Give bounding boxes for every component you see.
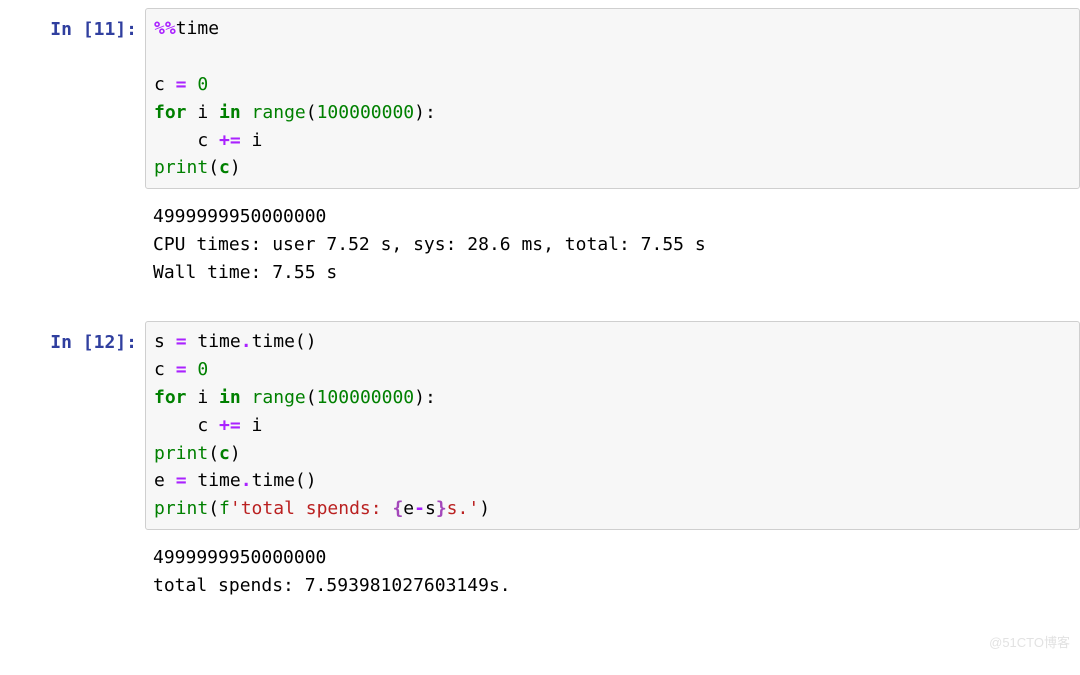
q2: ' (468, 498, 479, 519)
out1-line3: Wall time: 7.55 s (153, 262, 337, 283)
num-0: 0 (197, 74, 208, 95)
time-fn2: time (252, 470, 295, 491)
po5: ( (208, 498, 219, 519)
parens2: () (295, 470, 317, 491)
dot2: . (241, 470, 252, 491)
op-minus: - (414, 498, 425, 519)
col2: : (425, 387, 436, 408)
range-arg: 100000000 (317, 102, 415, 123)
op-eq3: = (176, 359, 187, 380)
cell-2-code-input[interactable]: s = time.time() c = 0 for i in range(100… (145, 321, 1080, 530)
kw-in: in (219, 102, 241, 123)
op-pluseq2: += (219, 415, 241, 436)
magic-name: time (176, 18, 219, 39)
builtin-print: print (154, 157, 208, 178)
paren-c2: ) (230, 157, 241, 178)
pc4: ) (230, 443, 241, 464)
out2-line2: total spends: 7.593981027603149s. (153, 575, 511, 596)
var-i4: i (241, 415, 263, 436)
cell-2-output-row: 4999999950000000 total spends: 7.5939810… (0, 538, 1080, 614)
cell-1-code-input[interactable]: %%time c = 0 for i in range(100000000): … (145, 8, 1080, 189)
prompt-label: In [11]: (50, 19, 137, 40)
out2-line1: 4999999950000000 (153, 547, 326, 568)
num-0b: 0 (197, 359, 208, 380)
indent-c2: c (154, 415, 219, 436)
expr-e: e (403, 498, 414, 519)
q1: ' (230, 498, 241, 519)
op-eq4: = (176, 470, 187, 491)
range-arg2: 100000000 (317, 387, 415, 408)
var-i2: i (241, 130, 263, 151)
cell-1-input-row: In [11]: %%time c = 0 for i in range(100… (0, 8, 1080, 189)
op-eq: = (165, 74, 198, 95)
out1-line1: 4999999950000000 (153, 206, 326, 227)
cell-1-prompt: In [11]: (0, 8, 145, 189)
str-part2: s. (447, 498, 469, 519)
parens1: () (295, 331, 317, 352)
prompt-label-2: In [12]: (50, 332, 137, 353)
var-s: s (154, 331, 176, 352)
time-fn: time (252, 331, 295, 352)
kw-in2: in (219, 387, 241, 408)
arg-c2: c (219, 443, 230, 464)
pc3: ) (414, 387, 425, 408)
cell-2-prompt: In [12]: (0, 321, 145, 530)
time-mod: time (187, 331, 241, 352)
brace-open: { (392, 498, 403, 519)
cell-1-output: 4999999950000000 CPU times: user 7.52 s,… (145, 197, 1080, 301)
pc5: ) (479, 498, 490, 519)
builtin-print3: print (154, 498, 208, 519)
var-i: i (187, 102, 220, 123)
cell-2-output: 4999999950000000 total spends: 7.5939810… (145, 538, 1080, 614)
watermark: @51CTO博客 (989, 632, 1070, 651)
brace-close: } (436, 498, 447, 519)
cell-2-output-prompt (0, 538, 145, 614)
arg-c: c (219, 157, 230, 178)
builtin-range2: range (241, 387, 306, 408)
f-prefix: f (219, 498, 230, 519)
var-c2: c (154, 359, 176, 380)
indent-c: c (154, 130, 219, 151)
cell-1-output-row: 4999999950000000 CPU times: user 7.52 s,… (0, 197, 1080, 301)
time-mod2: time (187, 470, 241, 491)
dot1: . (241, 331, 252, 352)
paren-open: ( (306, 102, 317, 123)
paren-close: ) (414, 102, 425, 123)
builtin-print2: print (154, 443, 208, 464)
builtin-range: range (241, 102, 306, 123)
str-part1: total spends: (241, 498, 393, 519)
colon: : (425, 102, 436, 123)
kw-for: for (154, 102, 187, 123)
po3: ( (306, 387, 317, 408)
po4: ( (208, 443, 219, 464)
out1-line2: CPU times: user 7.52 s, sys: 28.6 ms, to… (153, 234, 706, 255)
op-pluseq: += (219, 130, 241, 151)
expr-s: s (425, 498, 436, 519)
kw-for2: for (154, 387, 187, 408)
var-i3: i (187, 387, 220, 408)
op-eq2: = (176, 331, 187, 352)
var-c: c (154, 74, 165, 95)
magic-percent: %% (154, 18, 176, 39)
cell-2-input-row: In [12]: s = time.time() c = 0 for i in … (0, 321, 1080, 530)
var-e: e (154, 470, 176, 491)
sp2 (187, 359, 198, 380)
cell-1-output-prompt (0, 197, 145, 301)
paren-o2: ( (208, 157, 219, 178)
